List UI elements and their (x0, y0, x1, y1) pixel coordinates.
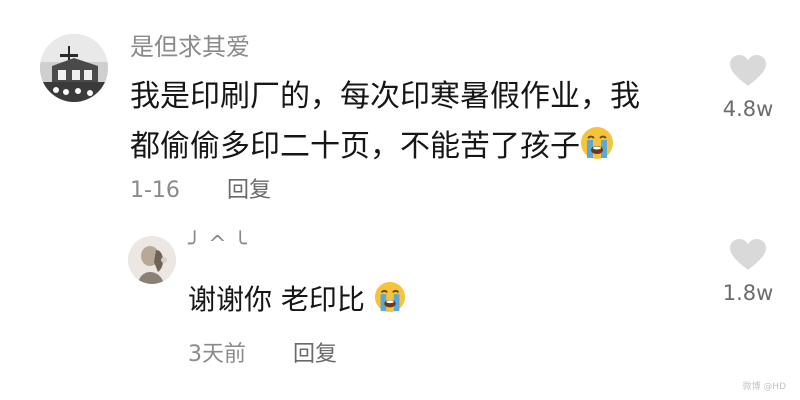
avatar-photo-icon (40, 34, 108, 102)
loudly-crying-face-icon (374, 281, 406, 326)
username[interactable]: ╯ ^ ╰ (188, 230, 247, 260)
watermark: 微博 @HD (742, 382, 786, 392)
reply-text: 谢谢你 老印比 (188, 278, 406, 326)
heart-icon (730, 55, 766, 86)
reply-meta: 3天前 回复 (188, 340, 337, 370)
comment-text-line: 我是印刷厂的，每次印寒暑假作业，我 (130, 79, 640, 114)
avatar-photo-icon (128, 236, 176, 284)
avatar[interactable] (40, 34, 108, 102)
comment-meta: 1-16 回复 (130, 176, 271, 206)
reply-text-content: 谢谢你 老印比 (188, 283, 365, 316)
comment-date: 1-16 (130, 178, 180, 203)
heart-icon (730, 239, 766, 270)
like-count: 4.8w (722, 97, 774, 121)
comment-text: 我是印刷厂的，每次印寒暑假作业，我 都偷偷多印二十页，不能苦了孩子 (130, 72, 690, 176)
reply-button[interactable]: 回复 (293, 342, 337, 367)
loudly-crying-face-icon (580, 126, 614, 176)
like-button[interactable]: 1.8w (710, 238, 786, 306)
reply-button[interactable]: 回复 (227, 178, 271, 203)
avatar[interactable] (128, 236, 176, 284)
comment-text-line: 都偷偷多印二十页，不能苦了孩子 (130, 122, 690, 176)
comment-text-line-content: 都偷偷多印二十页，不能苦了孩子 (130, 129, 580, 164)
reply-date: 3天前 (188, 342, 246, 367)
like-count: 1.8w (722, 281, 774, 305)
username[interactable]: 是但求其爱 (130, 32, 250, 62)
like-button[interactable]: 4.8w (710, 54, 786, 122)
